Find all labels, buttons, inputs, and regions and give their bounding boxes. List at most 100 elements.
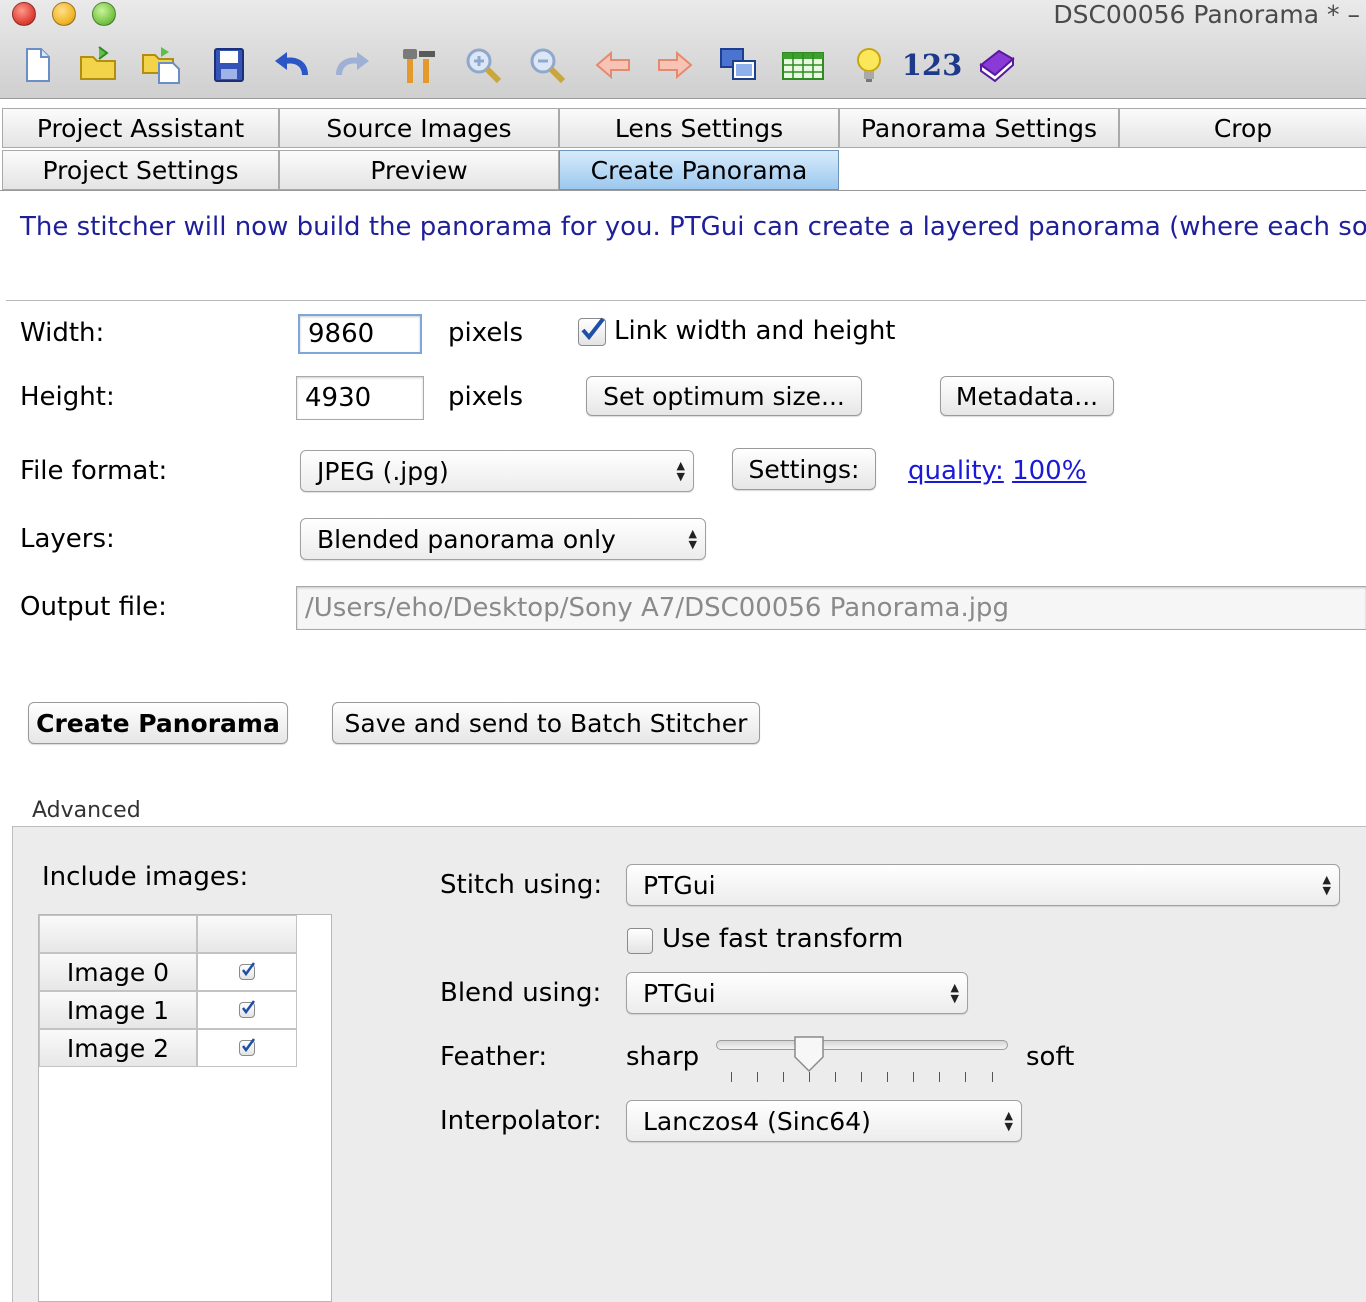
height-unit: pixels	[448, 382, 524, 412]
feather-label: Feather:	[440, 1042, 548, 1072]
lightbulb-icon[interactable]	[846, 42, 892, 88]
feather-min-label: sharp	[626, 1042, 700, 1072]
slider-tick	[783, 1072, 784, 1082]
file-format-label: File format:	[20, 456, 168, 486]
stitch-using-value: PTGui	[643, 870, 716, 900]
output-file-field[interactable]	[296, 586, 1366, 630]
open-recent-icon[interactable]	[138, 42, 184, 88]
feather-max-label: soft	[1026, 1042, 1075, 1072]
interpolator-select[interactable]: Lanczos4 (Sinc64) ▲ ▼	[626, 1100, 1022, 1142]
slider-tick	[757, 1072, 758, 1082]
close-window-icon[interactable]	[12, 2, 36, 26]
link-checkbox[interactable]	[578, 317, 606, 346]
tab-crop[interactable]: Crop	[1119, 108, 1366, 148]
layers-label: Layers:	[20, 524, 115, 554]
table-row-name[interactable]: Image 0	[39, 953, 197, 991]
quality-link[interactable]: quality:	[908, 456, 1004, 486]
table-row-name[interactable]: Image 2	[39, 1029, 197, 1067]
create-panorama-button[interactable]: Create Panorama	[28, 702, 288, 744]
width-unit: pixels	[448, 318, 524, 348]
slider-tick	[992, 1072, 993, 1082]
section-divider	[6, 300, 1366, 301]
set-optimum-size-button[interactable]: Set optimum size...	[586, 376, 862, 416]
format-settings-button[interactable]: Settings:	[732, 448, 876, 490]
table-row-include[interactable]	[197, 991, 297, 1029]
undo-icon[interactable]	[268, 42, 314, 88]
layers-select[interactable]: Blended panorama only ▲ ▼	[300, 518, 706, 560]
link-label: Link width and height	[614, 316, 896, 346]
tab-project-settings[interactable]: Project Settings	[2, 150, 279, 190]
include-images-label: Include images:	[42, 862, 249, 892]
numbers-icon-label: 123	[901, 48, 963, 82]
book-icon[interactable]	[974, 42, 1020, 88]
metadata-button[interactable]: Metadata...	[940, 376, 1114, 416]
arrow-right-icon[interactable]	[652, 42, 698, 88]
tab-lens-settings[interactable]: Lens Settings	[559, 108, 839, 148]
open-folder-icon[interactable]	[76, 42, 122, 88]
tools-icon[interactable]	[396, 42, 442, 88]
select-arrows-icon: ▲ ▼	[676, 459, 685, 483]
select-arrows-icon: ▲ ▼	[1004, 1109, 1013, 1133]
table-header-name	[39, 915, 197, 953]
new-file-icon[interactable]	[14, 42, 60, 88]
slider-tick	[861, 1072, 862, 1082]
width-label: Width:	[20, 318, 105, 348]
image-0-checkbox[interactable]	[239, 962, 256, 980]
height-label: Height:	[20, 382, 115, 412]
feather-slider-track[interactable]	[716, 1040, 1008, 1050]
tab-project-assistant[interactable]: Project Assistant	[2, 108, 279, 148]
slider-tick	[809, 1072, 810, 1082]
quality-value-link[interactable]: 100%	[1012, 456, 1086, 486]
fast-transform-checkbox[interactable]	[627, 928, 653, 954]
output-file-label: Output file:	[20, 592, 167, 622]
batch-stitcher-button[interactable]: Save and send to Batch Stitcher	[332, 702, 760, 744]
height-input[interactable]	[296, 376, 424, 420]
slider-tick	[913, 1072, 914, 1082]
copy-images-icon[interactable]	[716, 42, 762, 88]
redo-icon[interactable]	[330, 42, 376, 88]
tab-panorama-settings[interactable]: Panorama Settings	[839, 108, 1119, 148]
table-row-name[interactable]: Image 1	[39, 991, 197, 1029]
zoom-window-icon[interactable]	[92, 2, 116, 26]
advanced-title: Advanced	[32, 798, 141, 823]
image-2-checkbox[interactable]	[239, 1038, 256, 1056]
tab-source-images[interactable]: Source Images	[279, 108, 559, 148]
table-row-include[interactable]	[197, 1029, 297, 1067]
quality-text: quality: 100%	[908, 456, 1086, 486]
window-title: DSC00056 Panorama * –	[1053, 0, 1360, 29]
zoom-out-icon[interactable]	[524, 42, 570, 88]
stitch-using-label: Stitch using:	[440, 870, 603, 900]
feather-slider-thumb[interactable]	[792, 1034, 826, 1074]
interpolator-value: Lanczos4 (Sinc64)	[643, 1106, 871, 1136]
minimize-window-icon[interactable]	[52, 2, 76, 26]
blend-using-select[interactable]: PTGui ▲ ▼	[626, 972, 968, 1014]
title-bar: DSC00056 Panorama * – 123	[0, 0, 1366, 99]
zoom-in-icon[interactable]	[460, 42, 506, 88]
image-1-checkbox[interactable]	[239, 1000, 256, 1018]
interpolator-label: Interpolator:	[440, 1106, 602, 1136]
table-header-include	[197, 915, 297, 953]
description-text: The stitcher will now build the panorama…	[20, 212, 1366, 242]
tab-create-panorama[interactable]: Create Panorama	[559, 150, 839, 190]
save-icon[interactable]	[206, 42, 252, 88]
slider-tick	[887, 1072, 888, 1082]
table-row-include[interactable]	[197, 953, 297, 991]
file-format-value: JPEG (.jpg)	[317, 456, 449, 486]
slider-tick	[939, 1072, 940, 1082]
blend-using-label: Blend using:	[440, 978, 602, 1008]
arrow-left-icon[interactable]	[590, 42, 636, 88]
select-arrows-icon: ▲ ▼	[950, 981, 959, 1005]
blend-using-value: PTGui	[643, 978, 716, 1008]
slider-tick	[731, 1072, 732, 1082]
tab-bar-divider	[0, 190, 1366, 191]
tab-preview[interactable]: Preview	[279, 150, 559, 190]
slider-tick	[965, 1072, 966, 1082]
stitch-using-select[interactable]: PTGui ▲ ▼	[626, 864, 1340, 906]
layers-value: Blended panorama only	[317, 524, 616, 554]
numbers-icon[interactable]: 123	[901, 42, 963, 88]
fast-transform-label: Use fast transform	[662, 924, 904, 954]
file-format-select[interactable]: JPEG (.jpg) ▲ ▼	[300, 450, 694, 492]
select-arrows-icon: ▲ ▼	[1322, 873, 1331, 897]
spreadsheet-icon[interactable]	[780, 42, 826, 88]
width-input[interactable]	[298, 314, 422, 354]
